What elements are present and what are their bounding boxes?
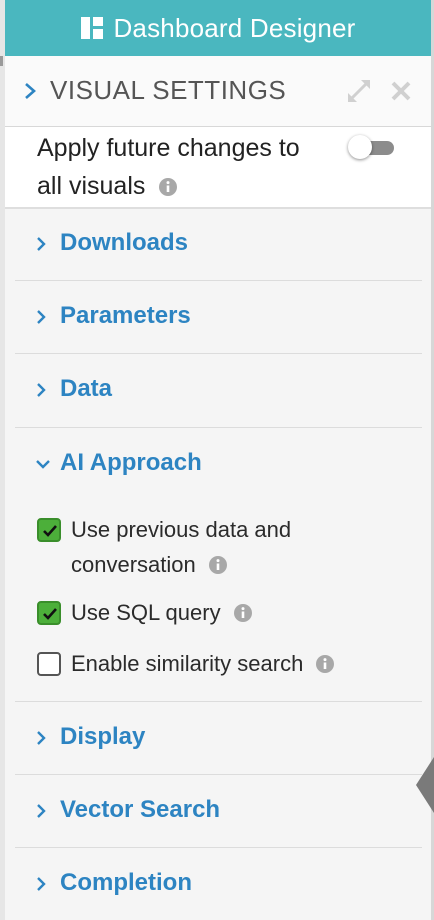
dashboard-designer-panel: Dashboard Designer VISUAL SETTINGS Apply…	[5, 0, 432, 920]
section-parameters[interactable]: Parameters	[15, 281, 422, 354]
info-icon[interactable]	[315, 654, 335, 674]
option-use-previous-data: Use previous data and conversation	[71, 512, 291, 582]
checkmark-icon	[43, 608, 57, 620]
section-ai-approach: AI Approach Use previous data and conver…	[15, 428, 422, 702]
checkbox-use-sql-query[interactable]	[37, 601, 61, 625]
option-use-sql-query: Use SQL query	[71, 595, 253, 630]
section-label-completion: Completion	[60, 869, 192, 896]
section-vector-search[interactable]: Vector Search	[15, 775, 422, 848]
visual-settings-label: VISUAL SETTINGS	[50, 75, 287, 105]
apply-future-changes-label: Apply future changes to all visuals	[37, 129, 347, 205]
title-bar: Dashboard Designer	[5, 0, 432, 56]
section-label-downloads: Downloads	[60, 229, 189, 256]
info-icon[interactable]	[158, 177, 178, 197]
section-label-ai-approach[interactable]: AI Approach	[60, 449, 202, 477]
toggle-knob	[348, 135, 372, 159]
chevron-right-icon	[37, 310, 46, 324]
section-label-data: Data	[60, 375, 113, 402]
chevron-down-icon[interactable]	[35, 458, 51, 470]
info-icon[interactable]	[233, 603, 253, 623]
apply-label-line2: all visuals	[37, 172, 146, 200]
collapse-panel-handle[interactable]	[413, 757, 434, 813]
section-downloads[interactable]: Downloads	[15, 208, 422, 281]
visual-settings-header[interactable]: VISUAL SETTINGS	[5, 56, 432, 127]
chevron-right-icon	[37, 731, 46, 745]
info-icon[interactable]	[208, 555, 228, 575]
section-label-parameters: Parameters	[60, 302, 191, 329]
checkbox-enable-similarity-search[interactable]	[37, 652, 61, 676]
chevron-right-icon	[37, 237, 46, 251]
section-completion[interactable]: Completion	[15, 848, 422, 919]
close-icon[interactable]	[389, 79, 413, 103]
apply-future-changes-row: Apply future changes to all visuals	[5, 127, 432, 209]
dashboard-grid-icon	[81, 17, 104, 39]
chevron-right-icon	[37, 877, 46, 891]
apply-future-changes-toggle[interactable]	[348, 135, 396, 161]
apply-label-line1: Apply future changes to	[37, 134, 300, 162]
section-label-display: Display	[60, 723, 146, 750]
option-label: Use previous data and	[71, 517, 292, 542]
checkbox-use-previous-data[interactable]	[37, 518, 61, 542]
option-label: conversation	[71, 552, 196, 577]
chevron-right-icon[interactable]	[23, 81, 37, 101]
panel-title: Dashboard Designer	[113, 12, 356, 43]
option-label: Use SQL query	[71, 600, 221, 625]
checkmark-icon	[43, 525, 57, 537]
section-data[interactable]: Data	[15, 354, 422, 428]
edge-marker	[0, 56, 3, 66]
section-label-vector-search: Vector Search	[60, 796, 221, 823]
expand-icon[interactable]	[346, 78, 372, 104]
chevron-right-icon	[37, 804, 46, 818]
option-enable-similarity-search: Enable similarity search	[71, 646, 335, 681]
section-display[interactable]: Display	[15, 702, 422, 775]
option-label: Enable similarity search	[71, 651, 304, 676]
chevron-right-icon	[37, 383, 46, 397]
